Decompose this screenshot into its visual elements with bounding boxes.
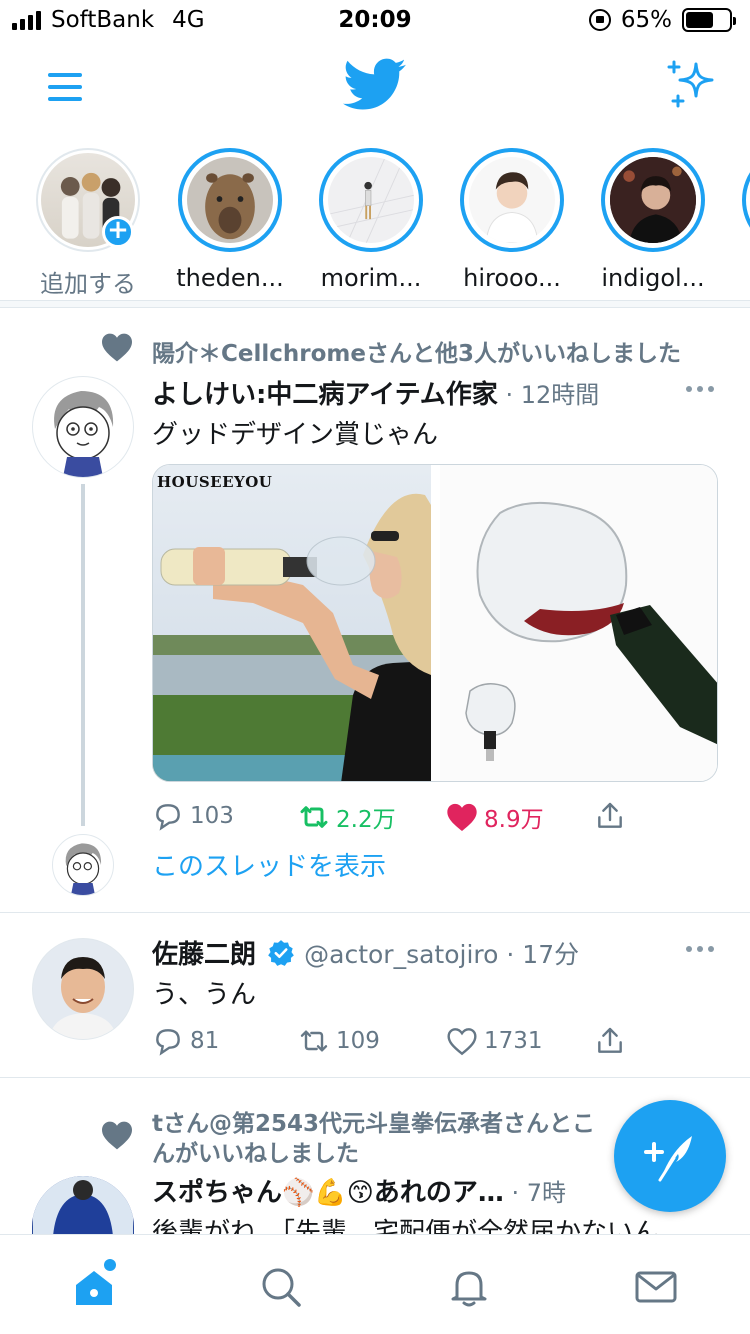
fleet-item[interactable]: indigol... [593, 148, 713, 292]
reply-count: 81 [190, 1028, 220, 1054]
avatar [610, 157, 696, 243]
compose-tweet-button[interactable] [614, 1100, 726, 1212]
verified-badge-icon [268, 940, 294, 966]
battery-percent: 65% [620, 7, 672, 33]
thread-line [81, 484, 85, 826]
fleet-item[interactable]: morim... [311, 148, 431, 292]
fleet-item-partial[interactable] [734, 148, 750, 252]
more-options-icon[interactable] [686, 946, 714, 952]
orientation-lock-icon [588, 9, 611, 31]
top-nav-bar [0, 42, 750, 132]
tweet-author-line: スポちゃん⚾💪😙あれのア… · 7時 [152, 1178, 567, 1208]
reply-count: 103 [190, 803, 234, 829]
tweet-time[interactable]: 7時 [527, 1179, 566, 1207]
search-icon [262, 1268, 301, 1307]
tweet-author-name[interactable]: スポちゃん⚾💪😙あれのア… [152, 1178, 504, 1208]
share-button[interactable] [594, 1025, 626, 1057]
like-count: 8.9万 [484, 807, 544, 833]
reply-button[interactable]: 103 [152, 800, 234, 832]
fleet-name: 追加する [40, 270, 136, 298]
fleet-item[interactable]: theden... [170, 148, 290, 292]
reply-button[interactable]: 81 [152, 1025, 219, 1057]
twitter-bird-icon[interactable] [343, 56, 407, 114]
heart-filled-icon [447, 803, 477, 831]
tweet-divider [0, 1077, 750, 1078]
thread-avatar[interactable] [52, 834, 114, 896]
sparkle-icon[interactable] [664, 56, 720, 112]
liked-heart-icon [102, 333, 132, 362]
liked-heart-icon [102, 1121, 132, 1150]
fleet-name: morim... [320, 264, 422, 292]
tweet-media[interactable]: HOUSEEYOU [152, 464, 718, 782]
heart-outline-icon [447, 1028, 477, 1056]
tweet-divider [0, 912, 750, 913]
reply-icon [156, 804, 180, 831]
share-icon [598, 802, 622, 828]
retweet-icon [300, 806, 328, 828]
new-tweets-dot [104, 1259, 116, 1271]
more-options-icon[interactable] [686, 386, 714, 392]
add-fleet-plus-icon[interactable]: + [102, 216, 134, 248]
tweet-text: う、うん [152, 980, 257, 1010]
fleets-row: + 追加する theden... morim... hirooo... indi… [0, 140, 750, 300]
fleet-name: theden... [176, 264, 284, 292]
battery-fill [686, 12, 714, 28]
tweet-author-line: よしけい:中二病アイテム作家 · 12時間 [152, 380, 600, 410]
battery-icon [682, 8, 736, 32]
media-brand-watermark: HOUSEEYOU [157, 473, 273, 491]
tab-messages[interactable] [634, 1265, 678, 1309]
share-button[interactable] [594, 800, 626, 832]
show-thread-link[interactable]: このスレッドを表示 [152, 846, 386, 883]
tweet-author-avatar[interactable] [32, 938, 134, 1040]
social-context: 陽介＊Cellchromeさんと他3人がいいねしました [152, 341, 681, 367]
fleet-name: indigol... [601, 264, 705, 292]
social-context-line2: んがいいねしました [152, 1141, 359, 1167]
social-context: tさん@第2543代元斗皇拳伝承者さんとこ [152, 1111, 596, 1137]
like-button[interactable]: 1731 [446, 1025, 543, 1057]
tweet-author-avatar[interactable] [32, 1176, 134, 1236]
hamburger-menu-icon[interactable] [40, 62, 90, 112]
reply-icon [156, 1029, 180, 1056]
media-photo-1[interactable]: HOUSEEYOU [153, 465, 431, 781]
retweet-count: 2.2万 [336, 807, 396, 833]
tab-notifications[interactable] [447, 1265, 491, 1309]
bottom-tab-bar [0, 1234, 750, 1334]
like-button[interactable]: 8.9万 [446, 800, 544, 834]
like-count: 1731 [484, 1028, 543, 1054]
retweet-button[interactable]: 2.2万 [298, 800, 396, 834]
share-icon [598, 1027, 622, 1053]
tweet-author-name[interactable]: 佐藤二朗 [152, 940, 256, 970]
avatar [469, 157, 555, 243]
bell-icon [451, 1271, 487, 1307]
tweet-time[interactable]: 17分 [522, 940, 579, 969]
tab-home[interactable] [72, 1259, 116, 1309]
home-icon [76, 1271, 112, 1305]
tweet-author-line: 佐藤二朗 @actor_satojiro · 17分 [152, 940, 580, 970]
status-bar: SoftBank 4G 20:09 65% [0, 0, 750, 42]
tweet-text: 後輩がね、「先輩、宅配便が全然届かないん [152, 1218, 660, 1234]
media-photo-2[interactable] [440, 465, 717, 781]
tweet-time[interactable]: 12時間 [521, 381, 600, 409]
tweet-handle[interactable]: @actor_satojiro [304, 940, 498, 969]
envelope-icon [635, 1271, 677, 1303]
fleet-add[interactable]: + 追加する [28, 148, 148, 299]
retweet-button[interactable]: 109 [298, 1025, 380, 1057]
retweet-icon [300, 1030, 328, 1052]
tweet-author-name[interactable]: よしけい:中二病アイテム作家 [152, 380, 498, 410]
fleets-divider [0, 300, 750, 308]
tab-search[interactable] [259, 1265, 303, 1309]
avatar [328, 157, 414, 243]
retweet-count: 109 [336, 1028, 380, 1054]
tweet-text: グッドデザイン賞じゃん [152, 420, 439, 450]
compose-feather-icon [644, 1136, 692, 1182]
fleet-name: hirooo... [463, 264, 561, 292]
avatar [187, 157, 273, 243]
tweet-author-avatar[interactable] [32, 376, 134, 478]
fleet-item[interactable]: hirooo... [452, 148, 572, 292]
